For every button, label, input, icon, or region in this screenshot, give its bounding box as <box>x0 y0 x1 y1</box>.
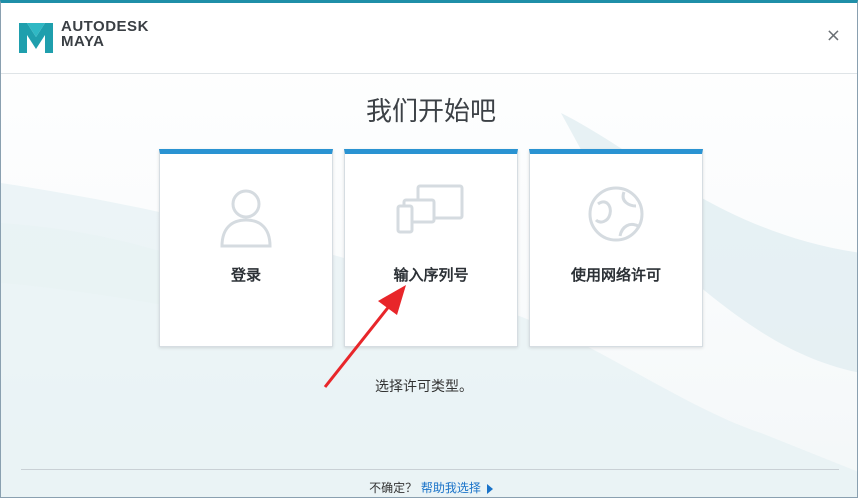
user-icon <box>220 189 272 248</box>
help-me-choose-link[interactable]: 帮助我选择 <box>421 481 481 495</box>
maya-logo-icon <box>19 23 53 53</box>
footer-prefix: 不确定？ <box>369 481 418 495</box>
login-card-label: 登录 <box>230 266 261 284</box>
license-type-hint: 选择许可类型。 <box>375 379 473 395</box>
window: AUTODESK MAYA × 我们开始吧 登录 输入序列号 使用网络许可 选择… <box>0 0 858 498</box>
login-card[interactable]: 登录 <box>159 149 333 347</box>
close-icon[interactable]: × <box>826 27 841 45</box>
footer: 不确定？ 帮助我选择 <box>1 479 857 496</box>
devices-icon <box>396 184 464 234</box>
header: AUTODESK MAYA × <box>1 3 857 74</box>
brand-line1: AUTODESK <box>61 18 149 35</box>
serial-number-card[interactable]: 输入序列号 <box>344 149 518 347</box>
play-arrow-icon[interactable] <box>486 483 493 494</box>
network-license-card[interactable]: 使用网络许可 <box>529 149 703 347</box>
page-title: 我们开始吧 <box>365 97 496 127</box>
brand-line2: MAYA <box>61 33 105 50</box>
footer-divider <box>21 469 839 470</box>
network-license-card-label: 使用网络许可 <box>570 266 661 284</box>
brand-text: AUTODESK MAYA <box>61 19 149 49</box>
globe-icon <box>588 186 644 242</box>
serial-number-card-label: 输入序列号 <box>393 266 469 284</box>
